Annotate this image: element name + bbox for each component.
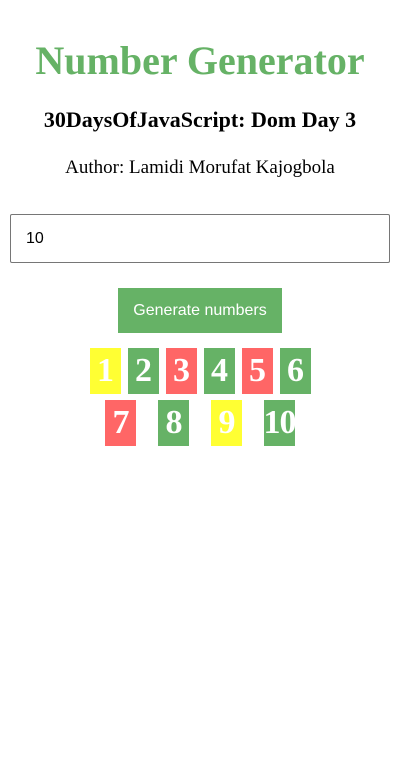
number-cell: 1 [89, 348, 121, 394]
number-cell: 3 [165, 348, 197, 394]
number-cell: 5 [241, 348, 273, 394]
number-cell: 2 [127, 348, 159, 394]
number-cell: 10 [264, 400, 295, 446]
page-subtitle: 30DaysOfJavaScript: Dom Day 3 [43, 107, 357, 132]
numbers-row: 7 8 9 10 [0, 400, 400, 446]
number-cell: 8 [158, 400, 189, 446]
numbers-row: 1 2 3 4 5 6 [0, 348, 400, 394]
number-input-wrapper [10, 214, 390, 263]
numbers-grid: 1 2 3 4 5 6 7 8 9 10 [0, 348, 400, 452]
number-cell: 9 [211, 400, 242, 446]
number-cell: 4 [203, 348, 235, 394]
number-cell: 6 [279, 348, 311, 394]
number-cell: 7 [105, 400, 136, 446]
page-title: Number Generator [35, 38, 365, 83]
generate-numbers-button[interactable]: Generate numbers [118, 288, 282, 333]
author-text: Author: Lamidi Morufat Kajogbola [65, 157, 335, 178]
number-input[interactable] [10, 214, 390, 263]
